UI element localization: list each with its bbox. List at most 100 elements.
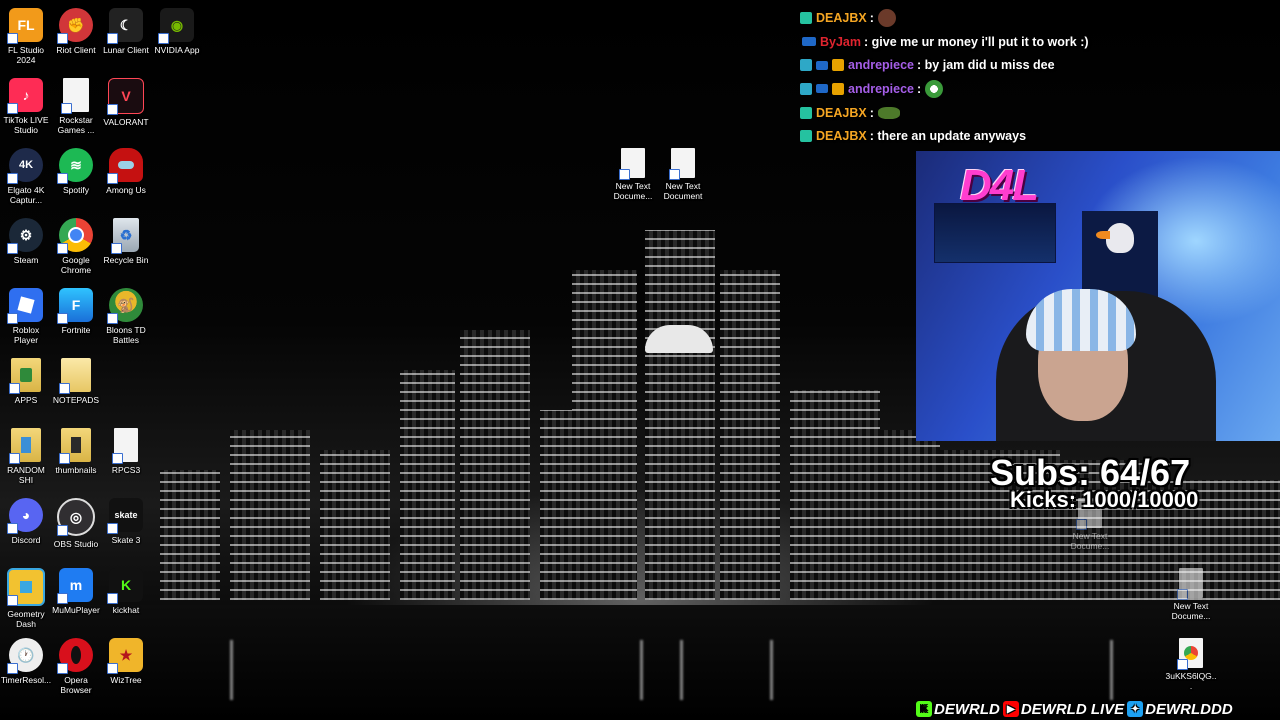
desktop-icon-nvidia-app[interactable]: ◉ NVIDIA App — [151, 8, 203, 55]
desktop-icon-steam[interactable]: ⚙ Steam — [0, 218, 52, 265]
folder-icon — [59, 358, 91, 394]
chat-username: DEAJBX — [816, 105, 867, 120]
desktop-icon-wiztree[interactable]: ★ WizTree — [100, 638, 152, 685]
desktop-icon-rockstar-games[interactable]: Rockstar Games ... — [50, 78, 102, 135]
desktop-icon-new-text-document-4[interactable]: New Text Docume... — [1165, 568, 1217, 621]
chat-username: andrepiece — [848, 81, 915, 96]
chat-username: andrepiece — [848, 58, 915, 73]
desktop-icon-spotify[interactable]: ≋ Spotify — [50, 148, 102, 195]
riot-client-icon: ✊ — [57, 8, 93, 44]
prime-badge-icon — [816, 84, 828, 94]
fortnite-icon: F — [57, 288, 93, 324]
desktop-icon-google-chrome[interactable]: Google Chrome — [50, 218, 102, 275]
discord-icon: ◕ — [7, 498, 43, 534]
kick-icon: K — [916, 701, 932, 717]
desktop-icon-among-us[interactable]: Among Us — [100, 148, 152, 195]
desktop-icon-valorant[interactable]: V VALORANT — [100, 78, 152, 127]
desktop-icon-kickhat[interactable]: K kickhat — [100, 568, 152, 615]
desktop-icon-fl-studio[interactable]: FL FL Studio 2024 — [0, 8, 52, 65]
stream-chat: DEAJBX : ByJam : give me ur money i'll p… — [800, 6, 1280, 148]
desktop-icon-tiktok-live[interactable]: ♪ TikTok LIVE Studio — [0, 78, 52, 135]
subscriber-badge-icon — [800, 130, 812, 143]
desktop-icon-elgato[interactable]: 4K Elgato 4K Captur... — [0, 148, 52, 205]
prime-badge-icon — [802, 37, 816, 47]
wiztree-icon: ★ — [107, 638, 143, 674]
folder-icon — [9, 428, 41, 464]
wall-poster — [934, 203, 1056, 263]
social-youtube: ▶ DEWRLD LIVE — [1002, 701, 1124, 718]
desktop-icon-thumbnails-folder[interactable]: thumbnails — [50, 428, 102, 475]
desktop-icon-chrome-html-file[interactable]: 3uKKS6lQG... — [1165, 638, 1217, 691]
bloons-icon: 🐒 — [107, 288, 143, 324]
subscriber-badge-icon — [800, 106, 812, 119]
desktop-icon-opera[interactable]: Opera Browser — [50, 638, 102, 695]
elgato-icon: 4K — [7, 148, 43, 184]
chat-username: DEAJBX — [816, 129, 867, 144]
desktop-icon-obs-studio[interactable]: ◎ OBS Studio — [50, 498, 102, 549]
chat-text: there an update anyways — [877, 129, 1027, 144]
obs-icon: ◎ — [57, 498, 95, 536]
clock-icon: 🕐 — [7, 638, 43, 674]
folder-icon — [9, 358, 41, 394]
lunar-client-icon: ☾ — [107, 8, 143, 44]
kicks-counter: Kicks: 1000/10000 — [1010, 487, 1199, 512]
socials-bar: K DEWRLD ▶ DEWRLD LIVE ✦ DEWRLDDD — [916, 698, 1233, 720]
tiktok-icon: ♪ — [7, 78, 43, 114]
desktop-icon-bloons-td[interactable]: 🐒 Bloons TD Battles — [100, 288, 152, 345]
fl-studio-icon: FL — [7, 8, 43, 44]
chrome-html-file-icon — [1177, 638, 1203, 670]
chat-message: andrepiece : by jam did u miss dee — [800, 53, 1280, 77]
text-file-icon — [1177, 568, 1203, 600]
desktop-icon-rpcs3[interactable]: RPCS3 — [100, 428, 152, 475]
desktop-icon-lunar-client[interactable]: ☾ Lunar Client — [100, 8, 152, 55]
youtube-icon: ▶ — [1002, 701, 1019, 717]
file-icon — [61, 78, 89, 114]
social-twitter: ✦ DEWRLDDD — [1127, 701, 1233, 718]
desktop-icon-timerresolution[interactable]: 🕐 TimerResol... — [0, 638, 52, 685]
desktop-icon-recycle-bin[interactable]: ♻ Recycle Bin — [100, 218, 152, 265]
webcam-feed: D4L — [916, 151, 1280, 441]
opera-icon — [57, 638, 93, 674]
chat-message: DEAJBX : — [800, 6, 1280, 30]
desktop-icon-riot-client[interactable]: ✊ Riot Client — [50, 8, 102, 55]
desktop-icon-geometry-dash[interactable]: Geometry Dash — [0, 568, 52, 629]
desktop-icon-roblox[interactable]: Roblox Player — [0, 288, 52, 345]
steam-icon: ⚙ — [7, 218, 43, 254]
among-us-icon — [107, 148, 143, 184]
text-file-icon — [669, 148, 695, 180]
folder-icon — [59, 428, 91, 464]
prime-badge-icon — [816, 60, 828, 70]
desktop-icon-discord[interactable]: ◕ Discord — [0, 498, 52, 545]
cam-logo: D4L — [960, 161, 1039, 210]
valorant-icon: V — [107, 78, 144, 115]
skate-icon: skate — [107, 498, 143, 534]
chat-message: andrepiece : — [800, 77, 1280, 101]
chat-text: give me ur money i'll put it to work :) — [871, 34, 1089, 49]
mumu-icon: m — [57, 568, 93, 604]
text-file-icon — [619, 148, 645, 180]
chat-message: ByJam : give me ur money i'll put it to … — [800, 30, 1280, 54]
twitter-icon: ✦ — [1127, 701, 1144, 717]
desktop-icon-skate-3[interactable]: skate Skate 3 — [100, 498, 152, 545]
emote-skull-icon — [925, 79, 944, 98]
spotify-icon: ≋ — [57, 148, 93, 184]
chat-username: DEAJBX — [816, 10, 867, 25]
crown-badge-icon — [832, 82, 844, 95]
desktop-icon-notepads-folder[interactable]: NOTEPADS — [50, 358, 102, 405]
crown-badge-icon — [832, 59, 844, 72]
desktop-icon-mumuplayer[interactable]: m MuMuPlayer — [50, 568, 102, 615]
subscriber-badge-icon — [800, 11, 812, 24]
desktop-icon-apps-folder[interactable]: APPS — [0, 358, 52, 405]
geometry-dash-icon — [7, 568, 45, 606]
desktop-icon-new-text-document-2[interactable]: New Text Document — [657, 148, 709, 201]
desktop-icon-new-text-document-1[interactable]: New Text Docume... — [607, 148, 659, 201]
moderator-badge-icon — [800, 82, 812, 95]
chat-message: DEAJBX : there an update anyways — [800, 124, 1280, 148]
desktop-icon-random-shi-folder[interactable]: RANDOM SHI — [0, 428, 52, 485]
file-icon — [112, 428, 138, 464]
kick-icon: K — [107, 568, 143, 604]
chrome-icon — [57, 218, 93, 254]
desktop-icon-fortnite[interactable]: F Fortnite — [50, 288, 102, 335]
nvidia-icon: ◉ — [158, 8, 194, 44]
roblox-icon — [7, 288, 43, 324]
